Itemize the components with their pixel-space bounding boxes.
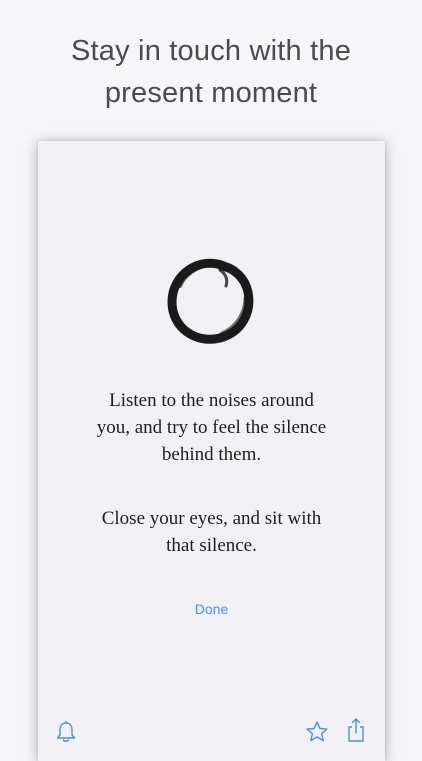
headline-line-1: Stay in touch with the xyxy=(70,35,352,67)
done-button[interactable]: Done xyxy=(38,601,385,617)
star-icon[interactable] xyxy=(304,719,330,745)
instruction-text-1: Listen to the noises around you, and try… xyxy=(38,387,385,468)
instruction-2-line-1: Close your eyes, and sit with xyxy=(101,508,322,529)
headline: Stay in touch with the present moment xyxy=(0,30,422,114)
instruction-1-line-2: you, and try to feel the silence xyxy=(96,417,327,438)
instruction-1-line-3: behind them. xyxy=(161,444,262,465)
instruction-1-line-1: Listen to the noises around xyxy=(109,390,314,411)
bell-icon[interactable] xyxy=(53,719,79,745)
enso-circle-icon xyxy=(162,252,258,348)
share-icon[interactable] xyxy=(343,717,369,743)
headline-line-2: present moment xyxy=(104,77,318,109)
instruction-text-2: Close your eyes, and sit with that silen… xyxy=(38,505,385,559)
instruction-2-line-2: that silence. xyxy=(166,535,257,556)
meditation-card: Listen to the noises around you, and try… xyxy=(38,141,385,761)
